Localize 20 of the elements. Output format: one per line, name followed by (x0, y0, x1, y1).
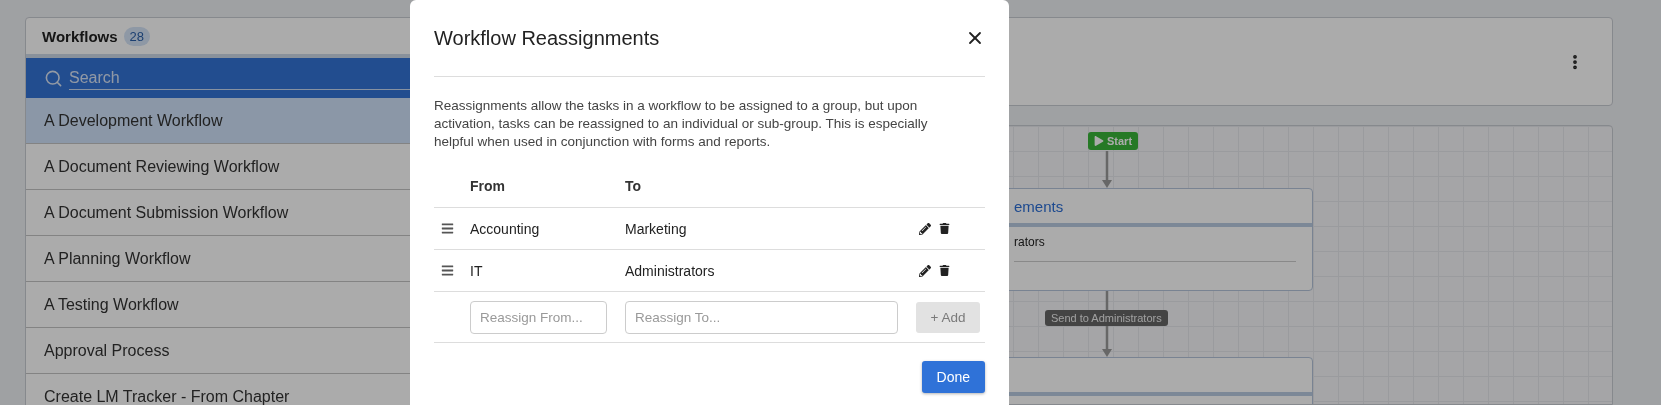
table-cell-text: IT (470, 262, 484, 279)
dialog-title: Workflow Reassignments (434, 26, 660, 50)
table-cell-text: Marketing (625, 220, 688, 237)
count-badge: 28 (123, 26, 151, 46)
connector-label: Send to Administrators (1045, 310, 1168, 326)
input-field[interactable]: Reassign From... (470, 300, 607, 334)
table-cell-text: Administrators (625, 262, 716, 279)
node-title: ements (1014, 197, 1064, 215)
delete-icon[interactable] (939, 264, 950, 277)
delete-icon[interactable] (939, 222, 950, 235)
done-button[interactable]: Done (921, 361, 985, 393)
connector-arrow (1102, 151, 1112, 188)
node-text: rators (1014, 235, 1296, 262)
edit-icon[interactable] (919, 264, 931, 277)
input-field[interactable]: Reassign To... (625, 300, 898, 334)
edit-icon[interactable] (919, 222, 931, 235)
panel-title: Workflows (42, 27, 118, 45)
play-icon (1094, 136, 1104, 146)
search-icon (44, 68, 63, 88)
table-cell-text: Accounting (470, 220, 541, 237)
